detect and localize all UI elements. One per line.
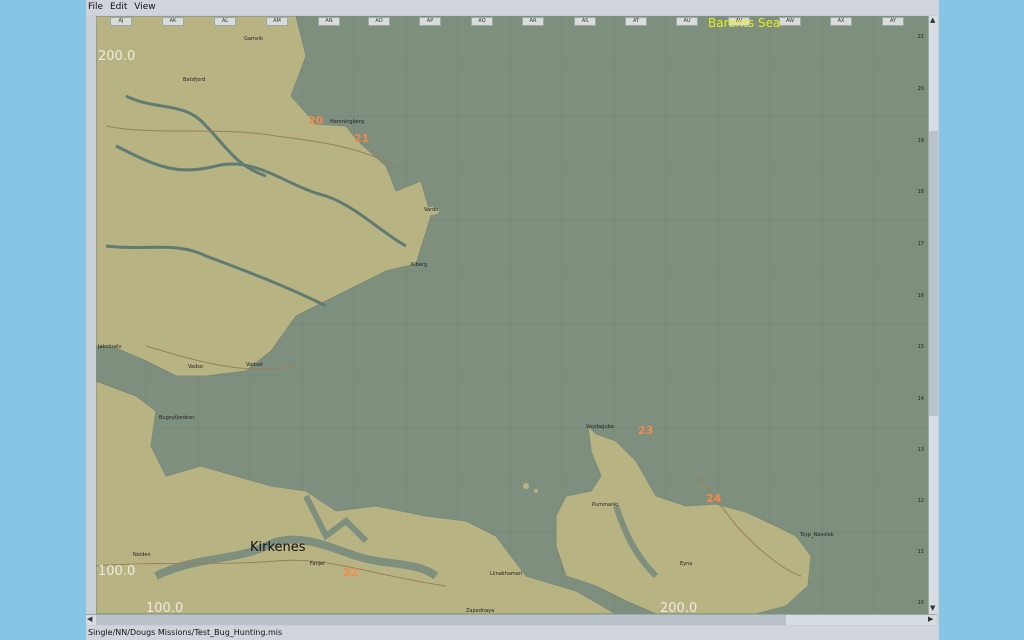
grid-row-label: 12 — [917, 498, 924, 504]
menu-file[interactable]: File — [86, 2, 105, 12]
place-label: Jakobselv — [98, 344, 122, 350]
place-label: Liinakhamari — [490, 571, 523, 577]
vertical-scroll-thumb[interactable] — [929, 131, 938, 416]
grid-col-label: AR — [522, 17, 544, 26]
scroll-left-icon[interactable]: ◀ — [87, 615, 92, 623]
place-label: Fanjel — [310, 561, 325, 567]
grid-col-label: AU — [676, 17, 698, 26]
grid-row-label: 14 — [917, 396, 924, 402]
place-label: Neiden — [133, 552, 151, 558]
grid-col-label: AL — [214, 17, 236, 26]
place-label: Kiberg — [411, 262, 428, 268]
grid-row-label: 10 — [917, 600, 924, 606]
grid-col-label: AQ — [471, 17, 493, 26]
vertical-scrollbar[interactable]: ▲ ▼ — [928, 16, 938, 614]
grid-col-label: AX — [830, 17, 852, 26]
place-label: Eyna — [680, 561, 693, 567]
place-label: Vardo — [424, 207, 439, 213]
scroll-right-icon[interactable]: ▶ — [928, 615, 933, 623]
grid-row-label: 16 — [917, 293, 924, 299]
menu-edit[interactable]: Edit — [108, 2, 129, 12]
grid-col-label: AY — [882, 17, 904, 26]
grid-row-label: 19 — [917, 138, 924, 144]
grid-row-label: 20 — [917, 86, 924, 92]
grid-row-label: 21 — [917, 34, 924, 40]
coord-top-left: 200.0 — [98, 49, 136, 64]
grid-col-label: AK — [162, 17, 184, 26]
place-label: Hamningberg — [330, 119, 364, 125]
horizontal-scrollbar[interactable]: ◀ ▶ — [86, 614, 937, 625]
place-label: Pummanki — [592, 502, 619, 508]
status-bar: Single/NN/Dougs Missions/Test_Bug_Huntin… — [86, 626, 939, 640]
grid-row-label: 15 — [917, 344, 924, 350]
waypoint-marker[interactable]: 21 — [354, 132, 369, 145]
grid-col-label: AM — [266, 17, 288, 26]
grid-row-label: 18 — [917, 189, 924, 195]
map-terrain — [96, 16, 928, 614]
horizontal-scroll-thumb[interactable] — [96, 615, 786, 625]
mission-file-path: Single/NN/Dougs Missions/Test_Bug_Huntin… — [88, 628, 283, 637]
waypoint-marker[interactable]: 23 — [638, 424, 653, 437]
waypoint-marker[interactable]: 20 — [308, 114, 323, 127]
grid-col-label: AO — [368, 17, 390, 26]
place-label: Gamvik — [244, 36, 264, 42]
coord-bottom-x-right: 200.0 — [660, 601, 698, 614]
grid-col-label: AW — [779, 17, 801, 26]
scroll-down-icon[interactable]: ▼ — [930, 604, 935, 612]
place-label: Vaydaguba — [586, 424, 614, 430]
grid-row-label: 17 — [917, 241, 924, 247]
coord-bottom-x-left: 100.0 — [146, 601, 184, 614]
mission-builder-window: File Edit View AJ AK AL AM AN AO AP AQ A… — [86, 0, 939, 640]
menu-bar: File Edit View — [86, 0, 939, 15]
sea-label: Barents Sea — [708, 16, 781, 30]
town-label: Kirkenes — [250, 540, 306, 555]
grid-col-label: AN — [318, 17, 340, 26]
grid-col-label: AJ — [110, 17, 132, 26]
grid-col-label: AT — [625, 17, 647, 26]
map-canvas[interactable]: AJ AK AL AM AN AO AP AQ AR AS AT AU AV A… — [96, 16, 928, 614]
grid-row-label: 13 — [917, 447, 924, 453]
place-label: Vadso — [188, 364, 203, 370]
place-label: Tsyp_Navolok — [800, 532, 834, 538]
place-label: Vadset — [246, 362, 263, 368]
grid-row-label: 11 — [917, 549, 924, 555]
grid-col-label: AP — [419, 17, 441, 26]
coord-bottom-left: 100.0 — [98, 564, 136, 579]
menu-view[interactable]: View — [132, 2, 157, 12]
grid-col-label: AS — [574, 17, 596, 26]
waypoint-marker[interactable]: 24 — [706, 492, 721, 505]
waypoint-marker[interactable]: 22 — [343, 566, 358, 579]
place-label: Bugoyfjordner — [159, 415, 195, 421]
place-label: Batsfjord — [183, 77, 206, 83]
scroll-up-icon[interactable]: ▲ — [930, 16, 935, 24]
